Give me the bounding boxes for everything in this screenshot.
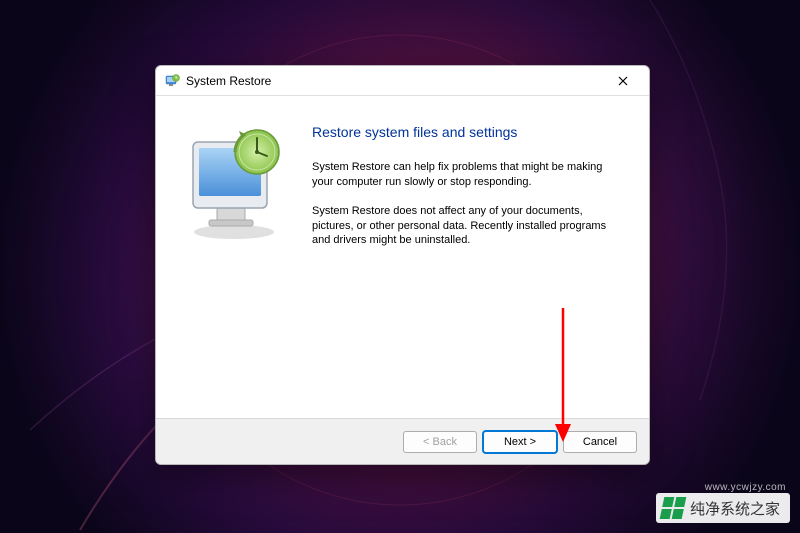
back-button: < Back — [403, 431, 477, 453]
watermark-text: 纯净系统之家 — [690, 498, 780, 519]
dialog-heading: Restore system files and settings — [312, 124, 621, 140]
cancel-button[interactable]: Cancel — [563, 431, 637, 453]
next-button[interactable]: Next > — [483, 431, 557, 453]
dialog-title: System Restore — [186, 74, 605, 88]
watermark: 纯净系统之家 — [656, 493, 790, 523]
button-bar: < Back Next > Cancel — [156, 418, 649, 464]
watermark-logo-icon — [660, 497, 687, 519]
wizard-graphic — [156, 96, 306, 418]
system-restore-icon — [164, 73, 180, 89]
dialog-content: Restore system files and settings System… — [306, 96, 649, 418]
dialog-body: Restore system files and settings System… — [156, 96, 649, 418]
dialog-paragraph-2: System Restore does not affect any of yo… — [312, 204, 612, 249]
system-restore-dialog: System Restore — [155, 65, 650, 465]
watermark-url: www.ycwjzy.com — [705, 482, 786, 493]
dialog-paragraph-1: System Restore can help fix problems tha… — [312, 160, 612, 190]
close-button[interactable] — [605, 70, 641, 92]
titlebar: System Restore — [156, 66, 649, 96]
